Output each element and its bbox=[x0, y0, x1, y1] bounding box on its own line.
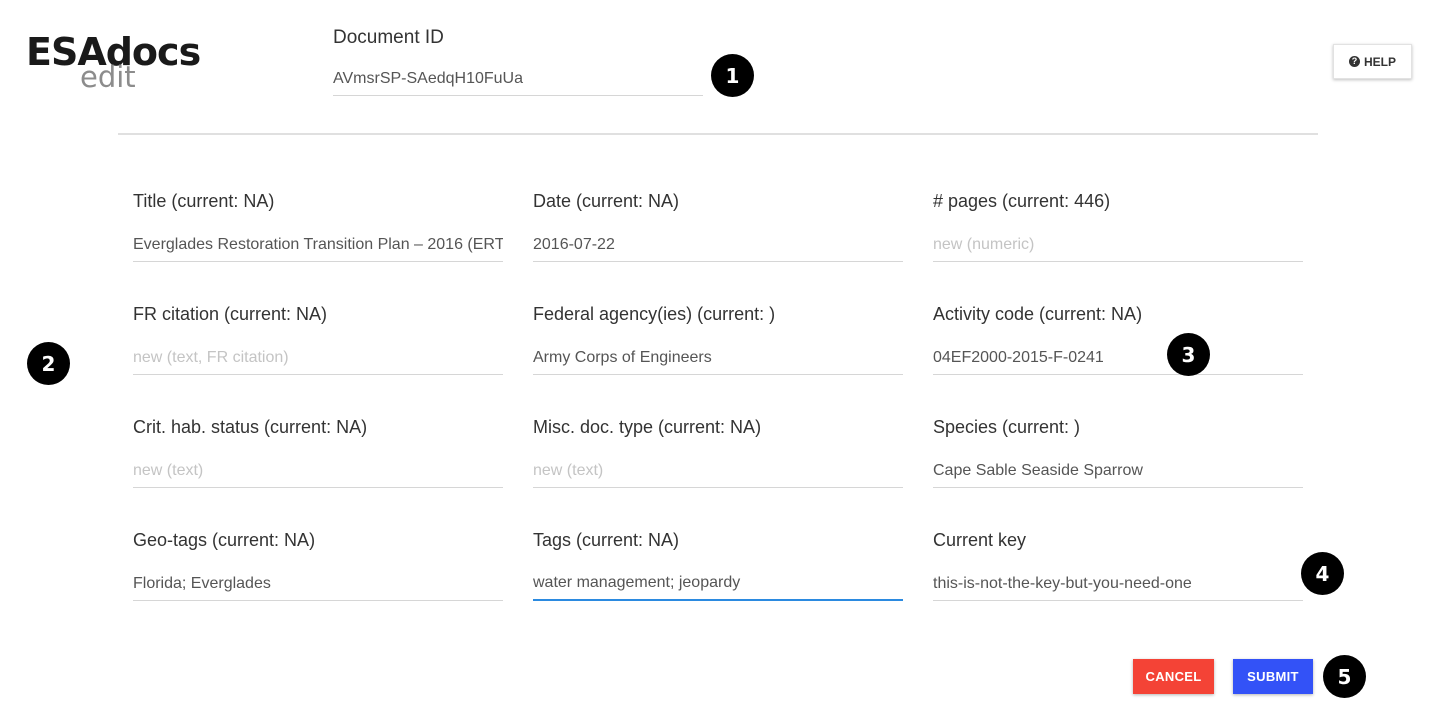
callout-marker-4: 4 bbox=[1301, 552, 1344, 595]
field-pages-label: # pages (current: 446) bbox=[933, 191, 1111, 211]
question-circle-icon: ? bbox=[1348, 56, 1360, 67]
field-tags-label: Tags (current: NA) bbox=[533, 530, 680, 550]
date-input[interactable] bbox=[533, 228, 903, 262]
field-current-key: Current key bbox=[933, 528, 1303, 601]
document-id-input[interactable] bbox=[333, 62, 703, 96]
logo-sub-text: edit bbox=[80, 60, 136, 94]
federal-agency-input[interactable] bbox=[533, 341, 903, 375]
field-title: Title (current: NA) bbox=[133, 189, 503, 262]
field-species: Species (current: ) bbox=[933, 415, 1303, 488]
field-activity-code: Activity code (current: NA) bbox=[933, 302, 1303, 375]
field-date-label: Date (current: NA) bbox=[533, 191, 680, 211]
species-input[interactable] bbox=[933, 454, 1303, 488]
submit-button[interactable]: SUBMIT bbox=[1233, 659, 1313, 694]
field-activity-code-label: Activity code (current: NA) bbox=[933, 304, 1143, 324]
field-fr-citation-label: FR citation (current: NA) bbox=[133, 304, 328, 324]
field-misc-doc-type-label: Misc. doc. type (current: NA) bbox=[533, 417, 762, 437]
field-misc-doc-type: Misc. doc. type (current: NA) bbox=[533, 415, 903, 488]
pages-input[interactable] bbox=[933, 228, 1303, 262]
callout-marker-5: 5 bbox=[1323, 655, 1366, 698]
tags-input[interactable] bbox=[533, 567, 903, 601]
activity-code-input[interactable] bbox=[933, 341, 1303, 375]
field-tags: Tags (current: NA) bbox=[533, 528, 903, 601]
callout-marker-1: 1 bbox=[711, 54, 754, 97]
field-title-label: Title (current: NA) bbox=[133, 191, 275, 211]
field-geo-tags-label: Geo-tags (current: NA) bbox=[133, 530, 316, 550]
crit-hab-status-input[interactable] bbox=[133, 454, 503, 488]
field-geo-tags: Geo-tags (current: NA) bbox=[133, 528, 503, 601]
field-federal-agency-label: Federal agency(ies) (current: ) bbox=[533, 304, 776, 324]
title-input[interactable] bbox=[133, 228, 503, 262]
app-logo: ESAdocs edit bbox=[26, 30, 201, 94]
help-button[interactable]: ? HELP bbox=[1333, 44, 1412, 79]
field-crit-hab-status-label: Crit. hab. status (current: NA) bbox=[133, 417, 368, 437]
help-button-label: HELP bbox=[1363, 54, 1396, 69]
cancel-button[interactable]: CANCEL bbox=[1133, 659, 1214, 694]
header-divider bbox=[118, 133, 1318, 135]
misc-doc-type-input[interactable] bbox=[533, 454, 903, 488]
field-current-key-label: Current key bbox=[933, 530, 1027, 550]
field-federal-agency: Federal agency(ies) (current: ) bbox=[533, 302, 903, 375]
field-date: Date (current: NA) bbox=[533, 189, 903, 262]
current-key-input[interactable] bbox=[933, 567, 1303, 601]
callout-marker-2: 2 bbox=[27, 342, 70, 385]
document-id-label: Document ID bbox=[333, 27, 444, 48]
geo-tags-input[interactable] bbox=[133, 567, 503, 601]
field-crit-hab-status: Crit. hab. status (current: NA) bbox=[133, 415, 503, 488]
field-species-label: Species (current: ) bbox=[933, 417, 1081, 437]
fr-citation-input[interactable] bbox=[133, 341, 503, 375]
callout-marker-3: 3 bbox=[1167, 333, 1210, 376]
field-pages: # pages (current: 446) bbox=[933, 189, 1303, 262]
field-fr-citation: FR citation (current: NA) bbox=[133, 302, 503, 375]
